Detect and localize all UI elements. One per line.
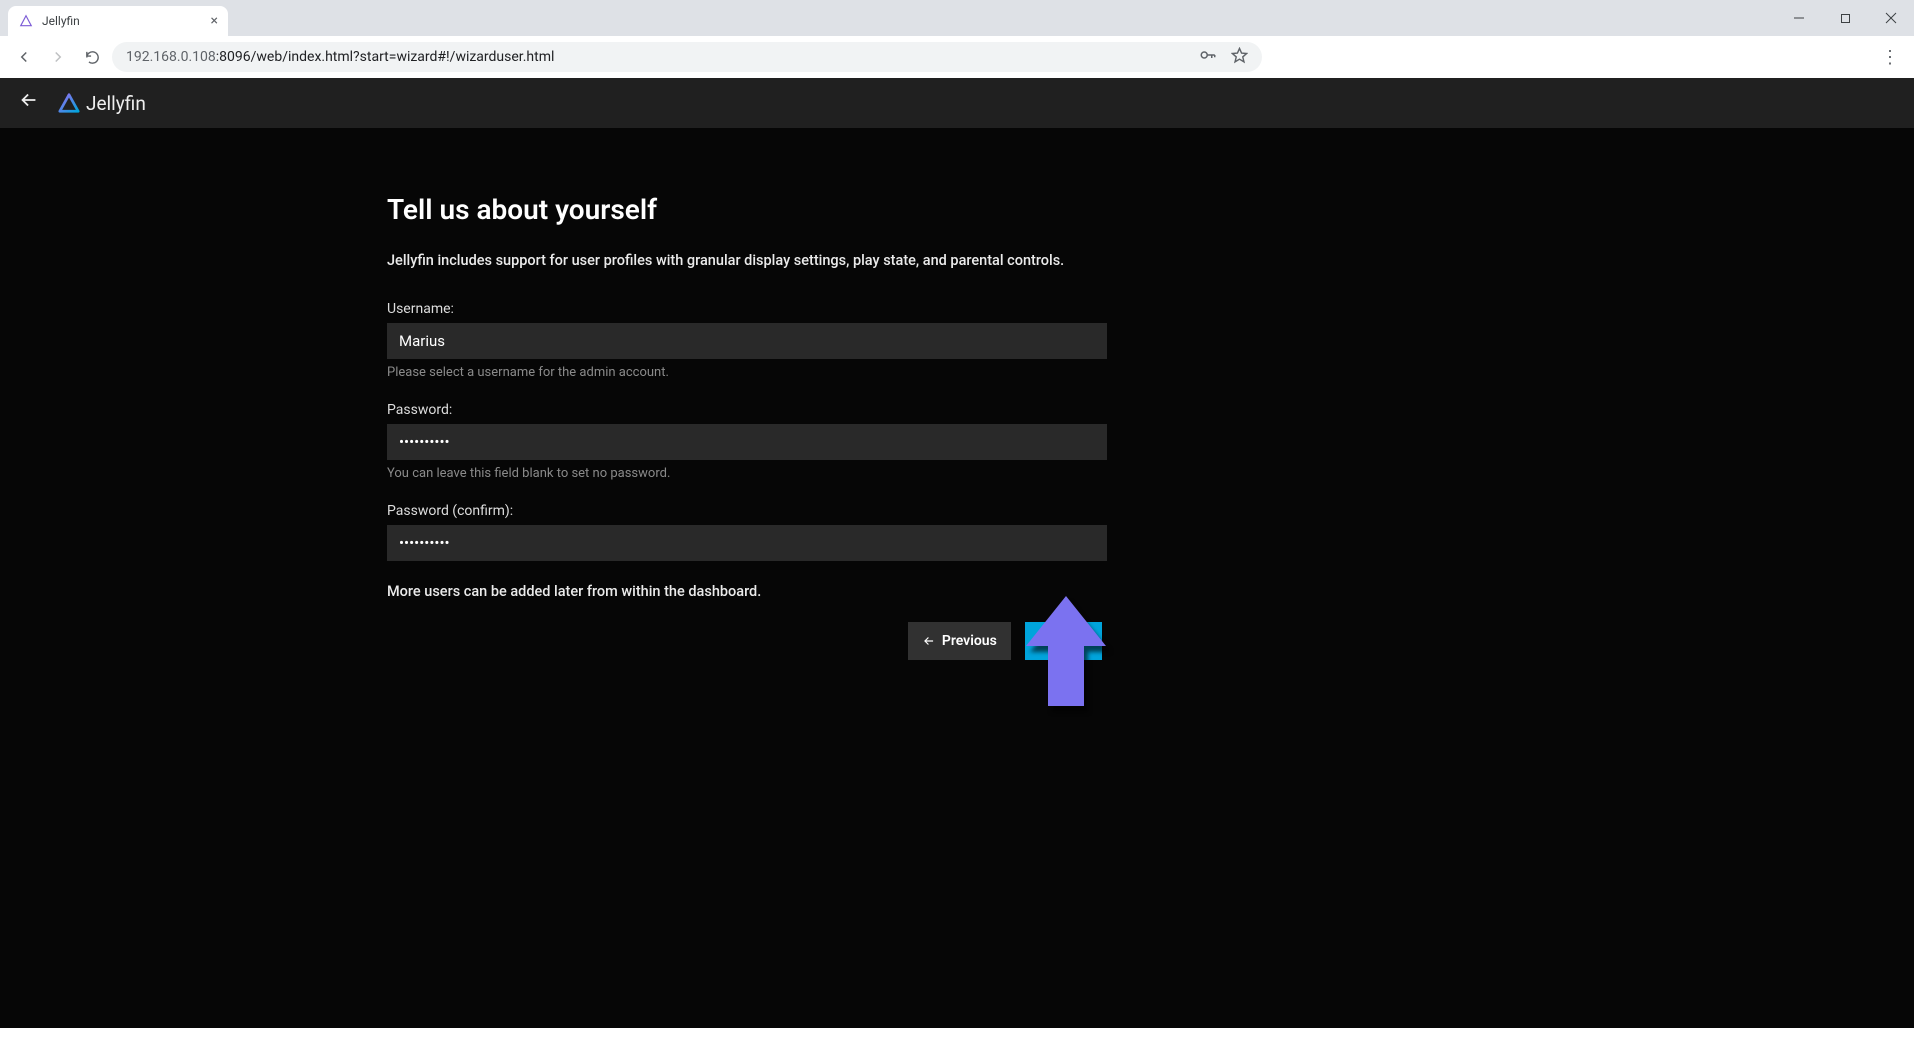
more-users-note: More users can be added later from withi… — [387, 583, 1107, 600]
nav-back-icon[interactable] — [10, 43, 38, 71]
bookmark-star-icon[interactable] — [1231, 47, 1248, 68]
app-body: Tell us about yourself Jellyfin includes… — [0, 128, 1914, 1028]
callout-arrow-icon — [1026, 596, 1106, 706]
nav-reload-icon[interactable] — [78, 43, 106, 71]
browser-tab-strip: Jellyfin × — [0, 0, 1914, 36]
arrow-left-icon — [922, 634, 936, 648]
window-minimize-icon[interactable] — [1776, 0, 1822, 36]
password-label: Password: — [387, 402, 1107, 418]
window-maximize-icon[interactable] — [1822, 0, 1868, 36]
wizard-panel: Tell us about yourself Jellyfin includes… — [387, 193, 1107, 660]
browser-menu-icon[interactable]: ⋮ — [1876, 43, 1904, 71]
jellyfin-icon — [58, 92, 80, 114]
password-confirm-input[interactable] — [387, 525, 1107, 561]
address-bar[interactable]: 192.168.0.108:8096/web/index.html?start=… — [112, 42, 1262, 72]
username-label: Username: — [387, 301, 1107, 317]
password-key-icon[interactable] — [1199, 46, 1217, 68]
password-confirm-label: Password (confirm): — [387, 503, 1107, 519]
url-host: 192.168.0.108 — [126, 49, 216, 65]
url-path: :8096/web/index.html?start=wizard#!/wiza… — [216, 49, 555, 65]
wizard-buttons: Previous Next — [387, 622, 1102, 660]
brand-logo: Jellyfin — [58, 92, 146, 115]
password-confirm-group: Password (confirm): — [387, 503, 1107, 561]
app-header: Jellyfin — [0, 78, 1914, 128]
nav-forward-icon[interactable] — [44, 43, 72, 71]
previous-button[interactable]: Previous — [908, 622, 1011, 660]
password-group: Password: You can leave this field blank… — [387, 402, 1107, 481]
browser-tab[interactable]: Jellyfin × — [8, 6, 228, 36]
brand-name: Jellyfin — [86, 92, 146, 115]
password-input[interactable] — [387, 424, 1107, 460]
username-help: Please select a username for the admin a… — [387, 365, 1107, 380]
jellyfin-favicon — [18, 13, 34, 29]
page-subtitle: Jellyfin includes support for user profi… — [387, 252, 1107, 269]
previous-label: Previous — [942, 633, 997, 649]
browser-toolbar: 192.168.0.108:8096/web/index.html?start=… — [0, 36, 1914, 78]
page-title: Tell us about yourself — [387, 193, 1107, 226]
username-input[interactable] — [387, 323, 1107, 359]
password-help: You can leave this field blank to set no… — [387, 466, 1107, 481]
close-tab-icon[interactable]: × — [211, 14, 218, 28]
tab-title: Jellyfin — [42, 14, 80, 28]
window-close-icon[interactable] — [1868, 0, 1914, 36]
username-group: Username: Please select a username for t… — [387, 301, 1107, 380]
app-back-icon[interactable] — [18, 89, 40, 117]
